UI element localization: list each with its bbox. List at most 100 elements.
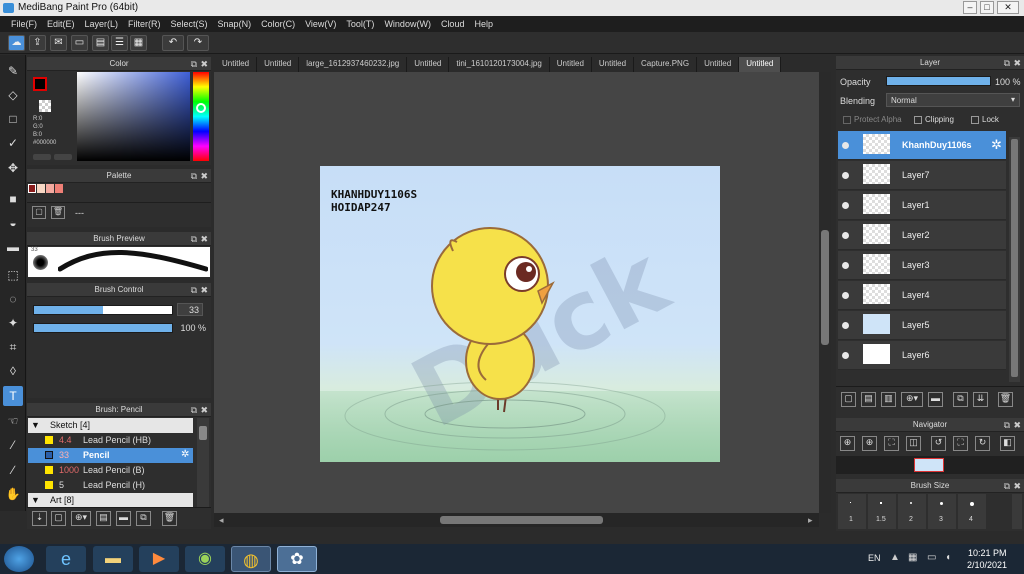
layer-row[interactable]: Layer4 — [838, 281, 1006, 310]
visibility-icon[interactable] — [842, 262, 849, 269]
drawing-canvas[interactable]: KHANHDUY1106S HOIDAP247 Duck — [320, 166, 720, 462]
medibang-taskbar-icon[interactable]: ✿ — [277, 546, 317, 572]
new-brush-icon[interactable]: ▢ — [51, 511, 66, 526]
hand-tool-icon[interactable]: ✋ — [3, 484, 23, 504]
protect-alpha-checkbox[interactable] — [843, 116, 851, 124]
eraser-tool-icon[interactable]: ◇ — [3, 85, 23, 105]
layer-row[interactable]: Layer1 — [838, 191, 1006, 220]
visibility-icon[interactable] — [842, 232, 849, 239]
visibility-icon[interactable] — [842, 172, 849, 179]
layer-row[interactable]: Layer5 — [838, 311, 1006, 340]
zoom-in-icon[interactable]: ⊕ — [862, 436, 877, 451]
menu-color[interactable]: Color(C) — [256, 16, 300, 32]
fit-screen-icon[interactable]: ⛶ — [884, 436, 899, 451]
expand-icon[interactable]: ⧉ — [191, 403, 197, 417]
language-indicator[interactable]: EN — [868, 553, 881, 563]
magic-wand-icon[interactable]: ✦ — [3, 313, 23, 333]
select-pen-icon[interactable]: ⌗ — [3, 337, 23, 357]
network-icon[interactable]: ▦ — [908, 552, 917, 563]
layer-row[interactable]: Layer3 — [838, 251, 1006, 280]
reset-rotation-icon[interactable]: ⛶ — [953, 436, 968, 451]
delete-layer-icon[interactable]: 🗑 — [998, 392, 1013, 407]
merge-layer-icon[interactable]: ⇊ — [973, 392, 988, 407]
layer-row[interactable]: Layer7 — [838, 161, 1006, 190]
layer-list-scrollbar[interactable] — [1009, 137, 1020, 382]
brush-size-option[interactable]: 4 — [958, 494, 986, 529]
visibility-icon[interactable] — [842, 322, 849, 329]
menu-tool[interactable]: Tool(T) — [341, 16, 379, 32]
menu-help[interactable]: Help — [469, 16, 498, 32]
menu-cloud[interactable]: Cloud — [436, 16, 470, 32]
maximize-button[interactable]: □ — [980, 1, 994, 14]
new-halftone-layer-icon[interactable]: ▤ — [861, 392, 876, 407]
tab-document[interactable]: Untitled — [257, 57, 300, 72]
brush-size-option[interactable]: 2 — [898, 494, 926, 529]
palette-swatch[interactable] — [46, 184, 54, 193]
scroll-right-icon[interactable]: ▸ — [808, 515, 813, 526]
lock-checkbox[interactable] — [971, 116, 979, 124]
comment-icon[interactable]: ▭ — [71, 35, 88, 51]
brush-item[interactable]: 4.4 Lead Pencil (HB) — [28, 433, 193, 448]
vertical-scrollbar[interactable] — [819, 72, 831, 513]
duplicate-icon[interactable]: ⧉ — [136, 511, 151, 526]
gear-icon[interactable]: ✲ — [991, 137, 1002, 153]
eyedropper-icon[interactable]: ⁄ — [3, 435, 23, 455]
close-icon[interactable]: ✖ — [1013, 56, 1021, 70]
internet-explorer-icon[interactable]: e — [46, 546, 86, 572]
horizontal-scrollbar[interactable]: ◂ ▸ — [214, 513, 819, 527]
tab-document[interactable]: tini_1610120173004.jpg — [449, 57, 550, 72]
expand-icon[interactable]: ⧉ — [1004, 56, 1010, 70]
expand-icon[interactable]: ⧉ — [1004, 418, 1010, 432]
close-icon[interactable]: ✖ — [1013, 418, 1021, 432]
new-palette-icon[interactable]: ▢ — [32, 206, 46, 219]
brush-tool-icon[interactable]: ✎ — [3, 61, 23, 81]
navigator-viewport[interactable] — [914, 458, 944, 472]
brush-size-value[interactable]: 33 — [177, 303, 203, 316]
document-icon[interactable]: ▤ — [92, 35, 109, 51]
start-button[interactable] — [4, 546, 34, 572]
upload-icon[interactable]: ⇪ — [29, 35, 46, 51]
visibility-icon[interactable] — [842, 202, 849, 209]
expand-icon[interactable]: ⧉ — [191, 57, 197, 71]
rectangle-tool-icon[interactable]: □ — [3, 109, 23, 129]
menu-layer[interactable]: Layer(L) — [80, 16, 124, 32]
brush-item[interactable]: 5 Lead Pencil (H) — [28, 478, 193, 493]
layer-row-selected[interactable]: KhanhDuy1106s ✲ — [838, 131, 1006, 160]
grid-icon[interactable]: ▦ — [130, 35, 147, 51]
fill-rect-tool-icon[interactable]: ■ — [3, 189, 23, 209]
clipping-checkbox[interactable] — [914, 116, 922, 124]
visibility-icon[interactable] — [842, 292, 849, 299]
duplicate-layer-icon[interactable]: ⧉ — [953, 392, 968, 407]
navigator-preview[interactable] — [836, 456, 1024, 474]
media-player-icon[interactable]: ▶ — [139, 546, 179, 572]
tab-document[interactable]: Untitled — [407, 57, 450, 72]
palette-swatch[interactable] — [28, 184, 36, 193]
brush-size-option[interactable]: 3 — [928, 494, 956, 529]
delete-palette-icon[interactable]: 🗑 — [51, 206, 65, 219]
brush-group-art[interactable]: ▼ Art [8] — [28, 493, 193, 508]
pen-tool-icon[interactable]: ✓ — [3, 133, 23, 153]
close-icon[interactable]: ✖ — [200, 283, 208, 297]
list-icon[interactable]: ☰ — [111, 35, 128, 51]
add-brush-dropdown[interactable]: ⊕▾ — [71, 511, 91, 526]
close-icon[interactable]: ✖ — [200, 169, 208, 183]
tab-document[interactable]: Untitled — [215, 57, 258, 72]
visibility-icon[interactable] — [842, 352, 849, 359]
zoom-in-icon[interactable]: ⊕ — [840, 436, 855, 451]
brush-size-slider[interactable] — [33, 305, 173, 315]
layer-row[interactable]: Layer6 — [838, 341, 1006, 370]
file-explorer-icon[interactable]: ▬ — [93, 546, 133, 572]
tab-document[interactable]: Untitled — [697, 57, 740, 72]
menu-view[interactable]: View(V) — [300, 16, 341, 32]
brush-opacity-slider[interactable] — [33, 323, 173, 333]
tab-document[interactable]: Untitled — [591, 57, 635, 72]
brush-settings-icon[interactable]: ▤ — [96, 511, 111, 526]
vertical-scroll-thumb[interactable] — [821, 230, 829, 345]
horizontal-scroll-thumb[interactable] — [440, 516, 603, 524]
brush-cloud-icon[interactable]: ⇣ — [32, 511, 47, 526]
menu-filter[interactable]: Filter(R) — [123, 16, 166, 32]
actual-size-icon[interactable]: ◫ — [906, 436, 921, 451]
folder-icon[interactable]: ▬ — [116, 511, 131, 526]
brush-item-selected[interactable]: 33 Pencil ✲ — [28, 448, 193, 463]
flip-icon[interactable]: ◧ — [1000, 436, 1015, 451]
